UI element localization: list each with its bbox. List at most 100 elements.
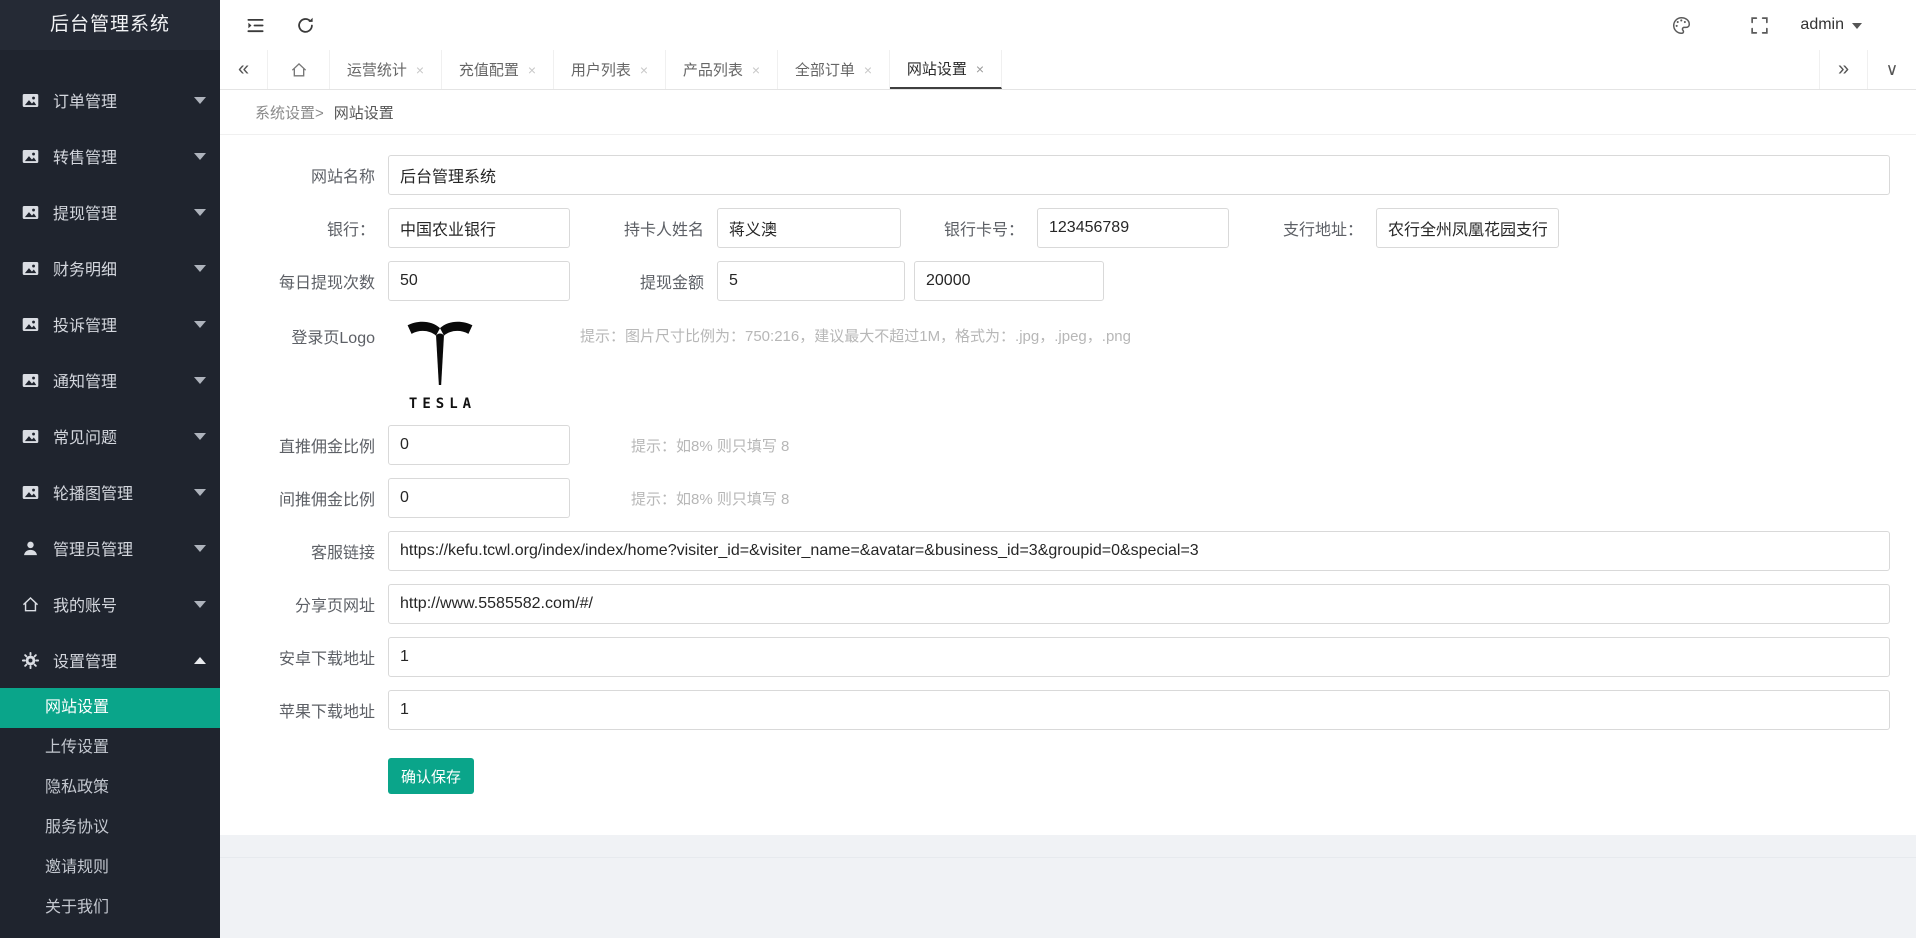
sidebar-item-orders[interactable]: 订单管理 (0, 72, 220, 128)
image-icon (20, 482, 40, 502)
tab-user-list[interactable]: 用户列表 × (554, 50, 666, 89)
daily-times-label: 每日提现次数 (278, 275, 375, 292)
bank-input[interactable] (388, 208, 570, 248)
topbar: admin (220, 0, 1916, 50)
branch-input[interactable] (1376, 208, 1559, 248)
tab-operation-stats[interactable]: 运营统计 × (330, 50, 442, 89)
fullscreen-icon[interactable] (1746, 12, 1772, 38)
tab-label: 产品列表 (682, 62, 743, 79)
bank-label: 银行： (326, 222, 375, 239)
tab-label: 全部订单 (794, 62, 855, 79)
close-tab-icon[interactable]: × (416, 63, 424, 77)
indirect-rate-input[interactable] (388, 478, 570, 518)
tabs-dropdown-button[interactable]: ∨ (1868, 50, 1916, 89)
chevron-down-icon (194, 376, 206, 384)
direct-rate-label: 直推佣金比例 (278, 439, 375, 456)
gear-icon (20, 650, 40, 670)
app-title: 后台管理系统 (0, 0, 220, 50)
direct-rate-hint: 提示：如8% 则只填写 8 (631, 437, 790, 455)
sidebar-item-label: 投诉管理 (53, 318, 118, 335)
ios-url-label: 苹果下载地址 (278, 704, 375, 721)
image-icon (20, 202, 40, 222)
sidebar-item-privacy-policy[interactable]: 隐私政策 (0, 768, 220, 808)
sidebar-item-banners[interactable]: 轮播图管理 (0, 464, 220, 520)
main-area: admin « 运营统计 × 充值配置 × 用户列表 × 产品列表 × 全部订单… (220, 0, 1916, 938)
sidebar-item-service-agreement[interactable]: 服务协议 (0, 808, 220, 848)
card-no-label: 银行卡号： (943, 222, 1024, 239)
chevron-down-icon (194, 208, 206, 216)
bank-row: 银行： 持卡人姓名 银行卡号： 支行地址： (220, 208, 1890, 248)
sidebar-item-label: 管理员管理 (53, 542, 134, 559)
user-menu[interactable]: admin (1800, 16, 1862, 34)
sidebar-item-finance[interactable]: 财务明细 (0, 240, 220, 296)
image-icon (20, 146, 40, 166)
direct-rate-row: 直推佣金比例 提示：如8% 则只填写 8 (220, 425, 1890, 465)
sidebar-item-my-account[interactable]: 我的账号 (0, 576, 220, 632)
user-icon (20, 538, 40, 558)
site-name-label: 网站名称 (310, 169, 375, 186)
sidebar-item-settings[interactable]: 设置管理 (0, 632, 220, 688)
cardholder-label: 持卡人姓名 (623, 222, 704, 239)
close-tab-icon[interactable]: × (864, 63, 872, 77)
branch-label: 支行地址： (1282, 222, 1363, 239)
home-icon (291, 62, 306, 77)
collapse-sidebar-icon[interactable] (242, 12, 268, 38)
sidebar-item-upload-settings[interactable]: 上传设置 (0, 728, 220, 768)
sidebar-item-withdraw[interactable]: 提现管理 (0, 184, 220, 240)
sidebar-item-label: 设置管理 (53, 654, 118, 671)
tabs-scroll-left-button[interactable]: « (220, 50, 268, 89)
sidebar-item-label: 提现管理 (53, 206, 118, 223)
home-tab[interactable] (268, 50, 330, 89)
withdraw-min-input[interactable] (717, 261, 905, 301)
sidebar-item-invite-rules[interactable]: 邀请规则 (0, 848, 220, 888)
sidebar-item-label: 订单管理 (53, 94, 118, 111)
sidebar-item-admins[interactable]: 管理员管理 (0, 520, 220, 576)
tab-recharge-config[interactable]: 充值配置 × (442, 50, 554, 89)
sidebar-item-about-us[interactable]: 关于我们 (0, 888, 220, 928)
theme-palette-icon[interactable] (1668, 12, 1694, 38)
share-url-input[interactable] (388, 584, 1890, 624)
cardholder-input[interactable] (717, 208, 901, 248)
android-url-input[interactable] (388, 637, 1890, 677)
tab-site-settings[interactable]: 网站设置 × (890, 50, 1002, 89)
sidebar-item-resale[interactable]: 转售管理 (0, 128, 220, 184)
sidebar-item-complaints[interactable]: 投诉管理 (0, 296, 220, 352)
image-icon (20, 258, 40, 278)
tab-product-list[interactable]: 产品列表 × (666, 50, 778, 89)
ios-url-input[interactable] (388, 690, 1890, 730)
image-icon (20, 370, 40, 390)
site-name-input[interactable] (388, 155, 1890, 195)
service-link-label: 客服链接 (310, 545, 375, 562)
tab-all-orders[interactable]: 全部订单 × (778, 50, 890, 89)
share-url-label: 分享页网址 (294, 598, 375, 615)
close-tab-icon[interactable]: × (752, 63, 760, 77)
withdraw-row: 每日提现次数 提现金额 (220, 261, 1890, 301)
close-tab-icon[interactable]: × (528, 63, 536, 77)
tab-label: 充值配置 (458, 62, 519, 79)
chevron-down-icon (194, 488, 206, 496)
chevron-down-icon (194, 152, 206, 160)
tesla-emblem-icon (407, 321, 473, 385)
daily-times-input[interactable] (388, 261, 570, 301)
sidebar-item-site-settings[interactable]: 网站设置 (0, 688, 220, 728)
footer-divider (220, 857, 1916, 858)
withdraw-max-input[interactable] (914, 261, 1104, 301)
direct-rate-input[interactable] (388, 425, 570, 465)
sidebar-item-faq[interactable]: 常见问题 (0, 408, 220, 464)
close-tab-icon[interactable]: × (976, 62, 984, 76)
card-no-input[interactable] (1037, 208, 1229, 248)
breadcrumb-current: 网站设置 (333, 104, 394, 122)
indirect-rate-hint: 提示：如8% 则只填写 8 (631, 490, 790, 508)
chevron-down-icon (194, 320, 206, 328)
refresh-icon[interactable] (292, 12, 318, 38)
android-url-row: 安卓下载地址 (220, 637, 1890, 677)
tabs-scroll-right-button[interactable]: » (1820, 50, 1868, 89)
sidebar-item-notifications[interactable]: 通知管理 (0, 352, 220, 408)
service-link-input[interactable] (388, 531, 1890, 571)
home-icon (20, 594, 40, 614)
ios-url-row: 苹果下载地址 (220, 690, 1890, 730)
tabbar-spacer (1002, 50, 1820, 89)
save-button[interactable]: 确认保存 (388, 758, 474, 794)
close-tab-icon[interactable]: × (640, 63, 648, 77)
login-logo-image[interactable]: TESLA (397, 314, 483, 412)
